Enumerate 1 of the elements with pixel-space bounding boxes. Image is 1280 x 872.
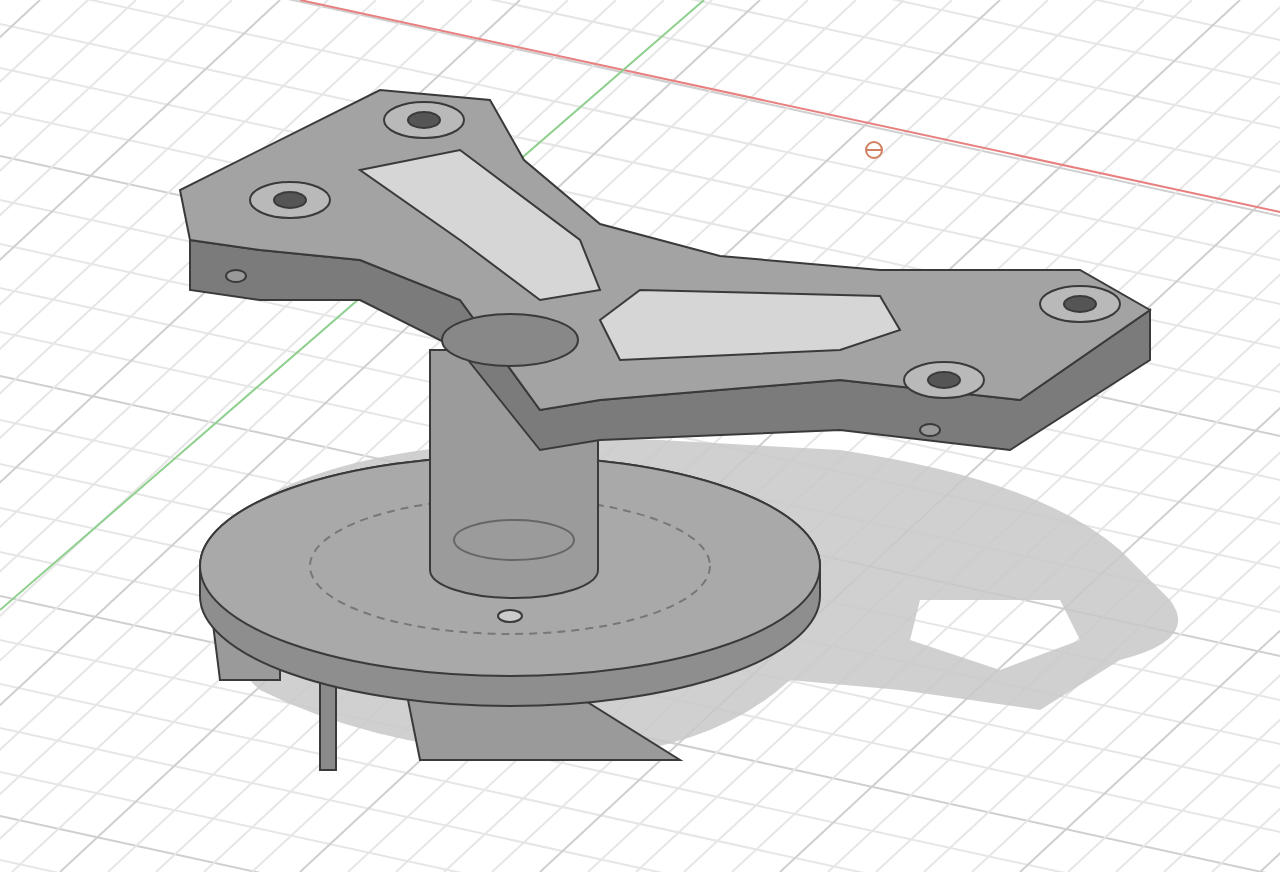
origin-icon [865,141,883,159]
